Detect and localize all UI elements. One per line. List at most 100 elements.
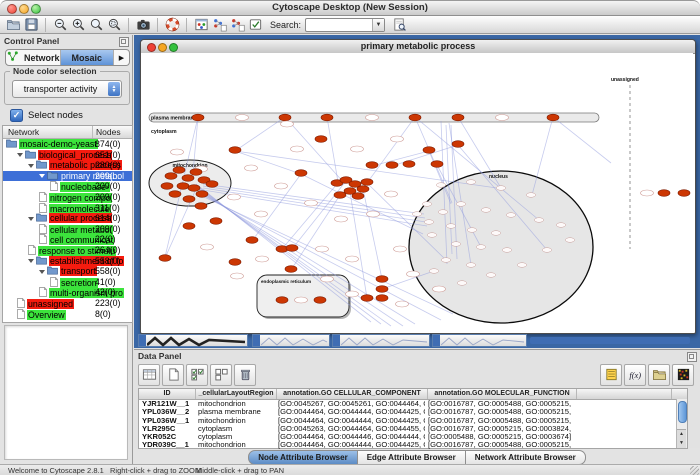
zoom-fit-button[interactable] <box>87 16 105 33</box>
network-node[interactable] <box>206 181 218 188</box>
minimized-window-bar[interactable] <box>530 337 690 344</box>
network-node-label[interactable] <box>275 183 288 189</box>
network-node[interactable] <box>314 297 326 304</box>
network-node-label[interactable] <box>201 244 214 250</box>
network-node[interactable] <box>159 255 171 262</box>
save-button[interactable] <box>22 16 40 33</box>
tree-row-transport[interactable]: transport558(0) <box>3 266 132 277</box>
network-node[interactable] <box>386 162 398 169</box>
minimized-window-thumb[interactable] <box>252 334 330 347</box>
network-node[interactable] <box>169 191 181 198</box>
network-node-label[interactable] <box>228 194 241 200</box>
network-node[interactable] <box>452 141 464 148</box>
network-node[interactable] <box>285 266 297 273</box>
network-node-label[interactable] <box>441 258 450 263</box>
network-node[interactable] <box>173 167 185 174</box>
minimized-window-thumb[interactable] <box>138 334 248 347</box>
network-node[interactable] <box>352 193 364 200</box>
snapshot-button[interactable] <box>134 16 152 33</box>
network-node-label[interactable] <box>281 121 294 127</box>
network-node-label[interactable] <box>316 246 329 252</box>
network-node-label[interactable] <box>491 231 500 236</box>
network-node[interactable] <box>165 173 177 180</box>
network-node[interactable] <box>376 295 388 302</box>
tree-row-cellular-process[interactable]: cellular process614(0) <box>3 213 132 224</box>
zoom-out-button[interactable] <box>51 16 69 33</box>
network-node[interactable] <box>196 191 208 198</box>
tree-row-response-to-stimulu[interactable]: response to stimulu264(0) <box>3 245 132 256</box>
tree-row-unassigned[interactable]: unassigned223(0) <box>3 298 132 309</box>
network-node[interactable] <box>229 259 241 266</box>
column-header-annotation.GO MOLECULAR_FUNCTION[interactable]: annotation.GO MOLECULAR_FUNCTION <box>428 389 577 399</box>
network-node[interactable] <box>276 297 288 304</box>
more-tabs-button[interactable]: ▶ <box>114 50 129 65</box>
tree-row-macromolecule[interactable]: macromolecule311(0) <box>3 203 132 214</box>
network-node[interactable] <box>361 295 373 302</box>
network-node-label[interactable] <box>486 273 495 278</box>
tree-row-mosaic-demo-yeast[interactable]: mosaic-demo-yeast874(0) <box>3 139 132 150</box>
unselect-all-attributes-button[interactable] <box>210 364 232 386</box>
network-node[interactable] <box>195 203 207 210</box>
network-node-label[interactable] <box>385 191 398 197</box>
network-node-label[interactable] <box>171 149 184 155</box>
tree-row-nucleobase-[interactable]: nucleobase-209(0) <box>3 181 132 192</box>
minimized-window-thumb[interactable] <box>332 334 430 347</box>
network-node-label[interactable] <box>517 263 526 268</box>
network-node-label[interactable] <box>366 115 379 121</box>
network-node-label[interactable] <box>429 269 438 274</box>
column-header-annotation.GO CELLULAR_COMPONENT[interactable]: annotation.GO CELLULAR_COMPONENT <box>277 389 428 399</box>
network-node-label[interactable] <box>245 165 258 171</box>
network-node[interactable] <box>321 114 333 121</box>
network-node-label[interactable] <box>424 220 433 225</box>
network-node[interactable] <box>182 175 194 182</box>
network-node-label[interactable] <box>394 246 407 252</box>
column-header-ID[interactable]: ID <box>139 389 196 399</box>
scrollbar-thumb[interactable] <box>678 401 687 423</box>
network-node-label[interactable] <box>542 248 551 253</box>
help-button[interactable] <box>163 16 181 33</box>
network-node-label[interactable] <box>641 190 654 196</box>
node-color-dropdown[interactable]: transporter activity ▲▼ <box>12 80 122 98</box>
tab-edge-attribute-browser[interactable]: Edge Attribute Browser <box>358 450 466 465</box>
expand-triangle-icon[interactable] <box>39 174 45 178</box>
network-node-label[interactable] <box>446 224 455 229</box>
search-input[interactable]: ▼ <box>305 18 385 32</box>
import-attributes-file-button[interactable] <box>648 364 670 386</box>
network-node[interactable] <box>246 237 258 244</box>
network-node-label[interactable] <box>451 242 460 247</box>
network-node[interactable] <box>279 114 291 121</box>
network-node-label[interactable] <box>534 218 543 223</box>
tab-network-attribute-browser[interactable]: Network Attribute Browser <box>466 450 586 465</box>
network-node-label[interactable] <box>412 212 421 217</box>
table-row[interactable]: YPL036W__1mitochondrion[GO:0044464, GO:0… <box>139 417 687 425</box>
zoom-in-button[interactable] <box>69 16 87 33</box>
import-attributes-button[interactable] <box>228 16 246 33</box>
network-node-label[interactable] <box>466 180 475 185</box>
network-node[interactable] <box>357 186 369 193</box>
network-node[interactable] <box>334 192 346 199</box>
network-node-label[interactable] <box>502 248 511 253</box>
network-node[interactable] <box>295 170 307 177</box>
network-node-label[interactable] <box>436 183 445 188</box>
tree-row-cellular-metabol[interactable]: cellular metabol209(0) <box>3 224 132 235</box>
network-node[interactable] <box>366 162 378 169</box>
tree-row-metabolic-process[interactable]: metabolic process280(0) <box>3 160 132 171</box>
tree-row-cell-communicat[interactable]: cell communicat22(0) <box>3 234 132 245</box>
column-header-_cellularLayoutRegion[interactable]: _cellularLayoutRegion <box>196 389 277 399</box>
network-node[interactable] <box>658 190 670 197</box>
table-row[interactable]: YPL036W__2plasma membrane[GO:0044464, GO… <box>139 408 687 416</box>
network-node[interactable] <box>678 190 690 197</box>
network-canvas[interactable]: plasma membranecytoplasmmitochondrionnuc… <box>141 53 693 331</box>
import-network-button[interactable] <box>210 16 228 33</box>
select-all-attributes-button[interactable] <box>186 364 208 386</box>
birds-eye-view[interactable] <box>4 325 128 460</box>
network-node[interactable] <box>361 179 373 186</box>
network-node-label[interactable] <box>367 211 380 217</box>
network-node-label[interactable] <box>396 301 409 307</box>
delete-attribute-button[interactable] <box>234 364 256 386</box>
minimized-window-thumb[interactable] <box>432 334 527 347</box>
attribute-select-button[interactable] <box>138 364 160 386</box>
expand-triangle-icon[interactable] <box>28 164 34 168</box>
tab-node-attribute-browser[interactable]: Node Attribute Browser <box>248 450 358 465</box>
network-node-label[interactable] <box>346 291 359 297</box>
